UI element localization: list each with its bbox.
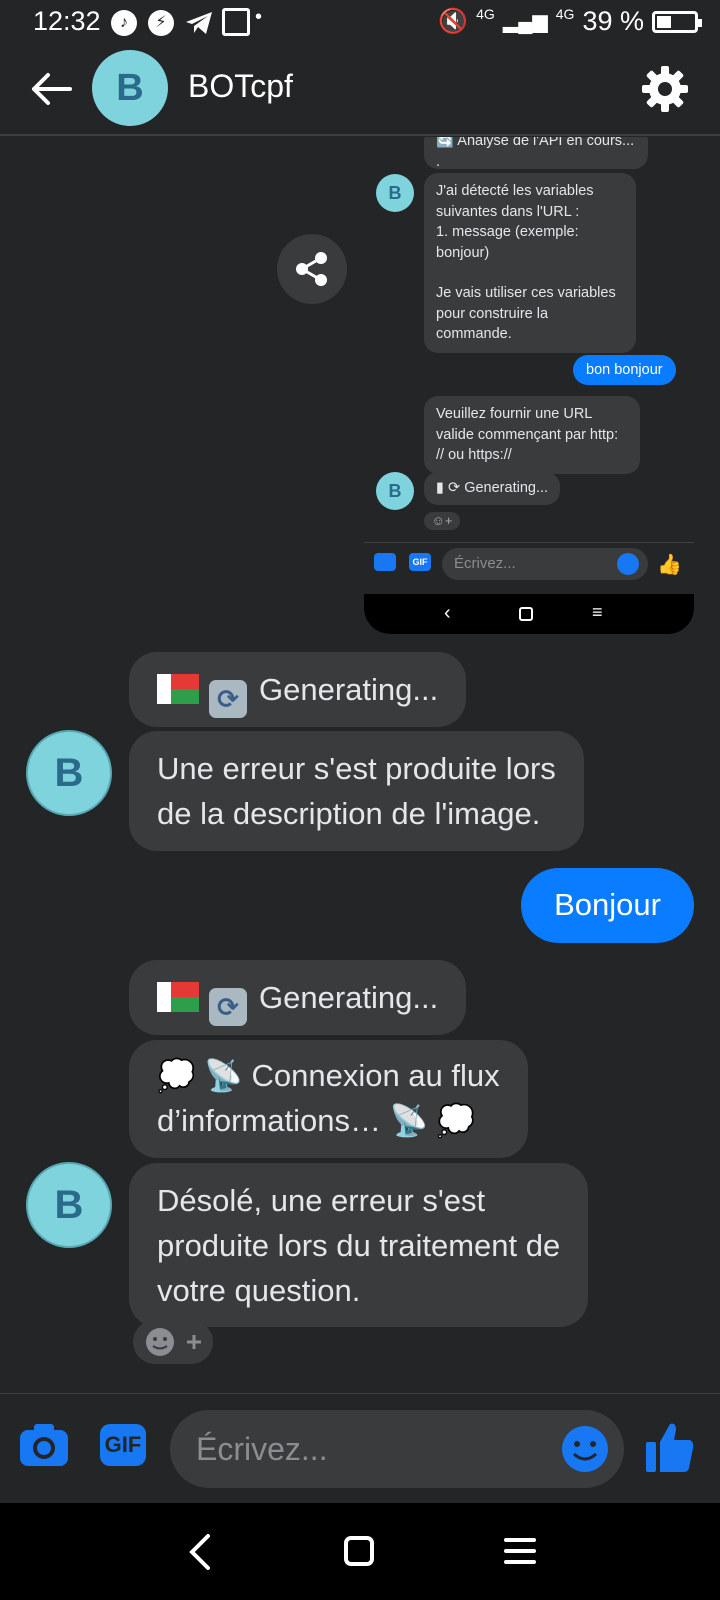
system-navigation-bar xyxy=(0,1503,720,1600)
share-icon xyxy=(296,252,327,286)
satellite-dish-icon: 📡 xyxy=(204,1058,243,1093)
inner-like-icon: 👍 xyxy=(657,554,682,576)
add-reaction-button[interactable] xyxy=(133,1320,213,1364)
message-line: 💭 📡 Connexion au flux xyxy=(157,1053,500,1098)
satellite-dish-icon: 📡 xyxy=(389,1103,429,1138)
nav-recents-icon[interactable] xyxy=(503,1536,537,1566)
inner-variables-line: bonjour) xyxy=(436,244,490,261)
contact-notification-icon xyxy=(222,8,250,36)
thought-bubble-icon: 💭 xyxy=(436,1103,476,1138)
connexion-text: Connexion au flux xyxy=(251,1058,500,1093)
connexion-text-2: d’informations… xyxy=(157,1103,381,1138)
inner-variables-line: suivantes dans l'URL : xyxy=(436,203,580,220)
madagascar-flag-icon xyxy=(157,674,199,704)
like-thumbs-up-icon[interactable] xyxy=(644,1420,696,1474)
signal-icon: 4G xyxy=(476,5,495,22)
message-line: produite lors du traitement de xyxy=(157,1228,561,1263)
inner-variables-line: J'ai détecté les variables xyxy=(436,183,594,199)
inner-gif-icon: GIF xyxy=(409,553,431,571)
emoji-plus-icon xyxy=(146,1328,201,1356)
chat-header: B BOTcpf xyxy=(0,44,720,136)
battery-icon xyxy=(652,10,702,33)
telegram-icon xyxy=(186,12,212,34)
inner-nav-back-icon: ‹ xyxy=(444,602,451,624)
gif-button[interactable]: GIF xyxy=(100,1424,146,1466)
bot-avatar-2[interactable]: B xyxy=(26,1162,112,1248)
bot-avatar[interactable]: B xyxy=(92,50,168,126)
inner-variables-line: pour construire la xyxy=(436,305,549,322)
inner-url-line: Veuillez fournir une URL xyxy=(436,406,593,422)
generating-text: Generating... xyxy=(259,980,439,1015)
inner-bot-avatar-2: B xyxy=(376,472,414,510)
refresh-icon: ⟳ xyxy=(448,480,461,496)
bot-error-message[interactable]: Une erreur s'est produite lors de la des… xyxy=(129,731,584,851)
message-line: de la description de l'image. xyxy=(157,796,541,831)
share-button[interactable] xyxy=(277,234,347,304)
bot-generating-message[interactable]: ⟳ Generating... xyxy=(129,652,467,727)
signal-bars-icon: ▂▄▆ xyxy=(502,11,548,33)
inner-bot-avatar: B xyxy=(376,174,414,212)
back-arrow-icon[interactable] xyxy=(30,72,72,106)
inner-composer: GIF Écrivez... 👍 xyxy=(364,542,694,584)
message-input[interactable]: Écrivez... xyxy=(170,1410,624,1488)
inner-status-text: 🔄 Analyse de l'API en cours... xyxy=(436,137,635,149)
bot-error-message-2[interactable]: Désolé, une erreur s'est produite lors d… xyxy=(129,1163,589,1327)
inner-emoji-icon xyxy=(617,553,639,575)
status-bar: 12:32 ♪ ⚡ • 🔇 4G ▂▄▆ 4G 39 % xyxy=(0,0,720,44)
inner-variables-line: commande. xyxy=(436,326,512,342)
message-composer: GIF Écrivez... xyxy=(0,1393,720,1503)
message-line: d’informations… 📡 💭 xyxy=(157,1098,500,1143)
mute-icon: 🔇 xyxy=(438,8,469,35)
chat-title[interactable]: BOTcpf xyxy=(188,68,293,105)
message-line: Désolé, une erreur s'est xyxy=(157,1183,486,1218)
inner-url-line: valide commençant par http: xyxy=(436,426,619,443)
inner-variables-line: 1. message (exemple: xyxy=(436,224,579,240)
inner-url-message: Veuillez fournir une URL valide commença… xyxy=(424,396,640,474)
flag-icon: ▮ xyxy=(436,480,444,496)
inner-url-line: // ou https:// xyxy=(436,447,512,463)
inner-generating-message: ▮ ⟳ Generating... xyxy=(424,472,561,505)
nav-back-icon[interactable] xyxy=(186,1533,216,1571)
inner-variables-line: Je vais utiliser ces variables xyxy=(436,285,616,301)
status-right: 🔇 4G ▂▄▆ 4G 39 % xyxy=(438,5,702,37)
more-notifications-dot: • xyxy=(255,6,263,28)
user-message[interactable]: Bonjour xyxy=(521,868,694,943)
camera-icon[interactable] xyxy=(18,1422,70,1468)
inner-camera-icon xyxy=(374,553,396,571)
inner-status-bubble: 🔄 Analyse de l'API en cours... . xyxy=(424,137,648,170)
madagascar-flag-icon xyxy=(157,982,199,1012)
battery-percent: 39 % xyxy=(582,6,644,36)
message-line: votre question. xyxy=(157,1273,361,1308)
bot-connexion-message[interactable]: 💭 📡 Connexion au flux d’informations… 📡 … xyxy=(129,1040,528,1158)
signal-icon-2: 4G xyxy=(555,5,575,22)
nav-home-icon[interactable] xyxy=(344,1536,374,1566)
bot-avatar[interactable]: B xyxy=(26,730,112,816)
shared-screenshot-image[interactable]: 🔄 Analyse de l'API en cours... . B J'ai … xyxy=(364,137,694,634)
inner-nav-home-icon xyxy=(519,607,533,621)
message-line: Une erreur s'est produite lors xyxy=(157,751,556,786)
inner-nav-bar: ‹ ≡ xyxy=(364,594,694,634)
emoji-icon[interactable] xyxy=(560,1424,610,1474)
refresh-icon: ⟳ xyxy=(209,988,247,1026)
tiktok-icon: ♪ xyxy=(111,10,137,36)
messenger-icon: ⚡ xyxy=(148,10,174,36)
generating-text: Generating... xyxy=(259,672,439,707)
refresh-icon: ⟳ xyxy=(209,680,247,718)
thought-bubble-icon: 💭 xyxy=(157,1058,196,1093)
inner-variables-message: J'ai détecté les variables suivantes dan… xyxy=(424,173,636,353)
inner-status-dot: . xyxy=(436,153,441,170)
inner-generating-text: Generating... xyxy=(464,480,549,496)
inner-nav-menu-icon: ≡ xyxy=(592,602,603,622)
settings-gear-icon[interactable] xyxy=(640,64,690,114)
status-time: 12:32 xyxy=(33,6,101,36)
inner-reaction-button: ☺+ xyxy=(424,512,460,530)
inner-user-message: bon bonjour xyxy=(573,355,676,385)
bot-generating-message-2[interactable]: ⟳ Generating... xyxy=(129,960,467,1035)
